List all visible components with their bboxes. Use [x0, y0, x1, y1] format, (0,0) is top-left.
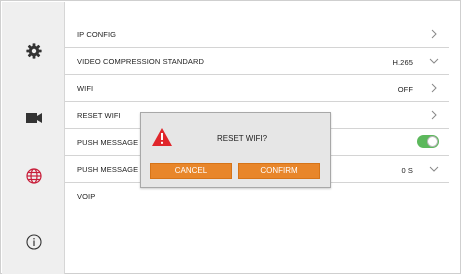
chevron-right-icon[interactable] — [429, 109, 439, 121]
gear-icon[interactable] — [24, 41, 44, 61]
setting-row-ip-config[interactable]: IP CONFIG — [65, 21, 449, 48]
toggle-knob — [427, 136, 438, 147]
dialog-title: RESET WIFI? — [217, 134, 268, 143]
cancel-button[interactable]: CANCEL — [150, 163, 232, 179]
chevron-down-icon[interactable] — [429, 163, 439, 175]
setting-value: 0 S — [401, 166, 413, 175]
info-icon[interactable] — [24, 232, 44, 252]
setting-label: PUSH MESSAGE — [77, 165, 139, 174]
setting-label: IP CONFIG — [77, 30, 117, 39]
setting-value: OFF — [397, 85, 413, 94]
setting-label: VOIP — [77, 192, 96, 201]
setting-row-wifi[interactable]: WIFI OFF — [65, 75, 449, 102]
setting-value: H.265 — [392, 58, 413, 67]
sidebar — [2, 2, 65, 274]
chevron-right-icon[interactable] — [429, 82, 439, 94]
chevron-down-icon[interactable] — [429, 55, 439, 67]
confirm-button[interactable]: CONFIRM — [238, 163, 320, 179]
setting-label: VIDEO COMPRESSION STANDARD — [77, 57, 205, 66]
camera-icon[interactable] — [24, 108, 44, 128]
warning-icon — [151, 127, 173, 147]
app-window: IP CONFIG VIDEO COMPRESSION STANDARD H.2… — [0, 0, 461, 274]
chevron-right-icon[interactable] — [429, 28, 439, 40]
reset-wifi-dialog: RESET WIFI? CANCEL CONFIRM — [140, 112, 331, 188]
setting-label: RESET WIFI — [77, 111, 121, 120]
push-message-toggle[interactable] — [417, 135, 439, 148]
globe-icon[interactable] — [24, 166, 44, 186]
setting-row-video-compression[interactable]: VIDEO COMPRESSION STANDARD H.265 — [65, 48, 449, 75]
setting-label: PUSH MESSAGE — [77, 138, 139, 147]
setting-label: WIFI — [77, 84, 94, 93]
